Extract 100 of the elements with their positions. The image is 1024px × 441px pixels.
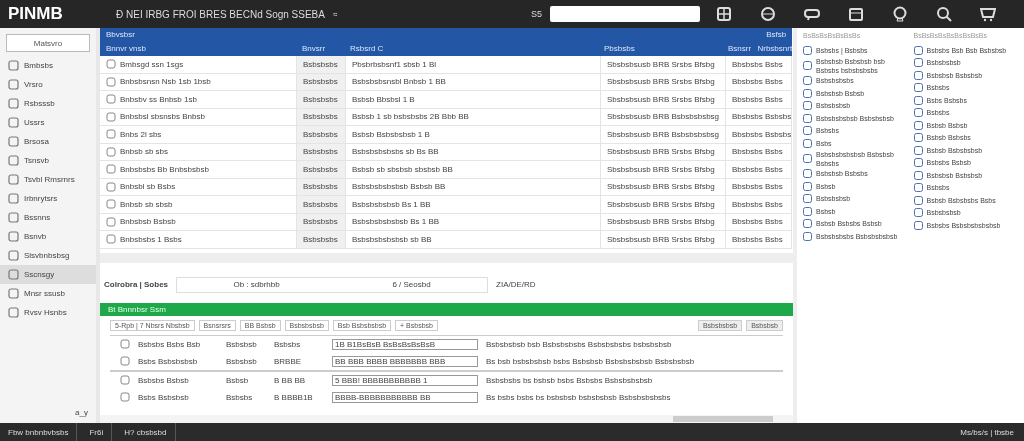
column-header[interactable]: Bnnvr vnsb (100, 44, 296, 54)
sidebar-item[interactable]: Tsvbl Rmsrnrs (0, 170, 96, 189)
square-icon (913, 208, 923, 218)
row-checkbox-icon[interactable] (106, 216, 116, 227)
table-cell-text: Bsbs Bsbsbsbsb (138, 356, 199, 366)
square-icon (8, 60, 19, 71)
table-cell: Sbsbsbsusb BRB Srsbs Bfsbg (601, 196, 726, 213)
sidebar-item[interactable]: Slsvbnbsbsg (0, 246, 96, 265)
table-cell: Bnbsbv ss Bnbsb 1sb (120, 94, 197, 104)
sidebar-item[interactable]: Brsosa (0, 132, 96, 151)
square-icon (8, 307, 19, 318)
taskbar-item[interactable]: Fbw bnbnbvbsbs (0, 423, 78, 441)
code-cell: 1B B1BsBsB BsBsBsBsBsB (332, 338, 478, 350)
table-cell: Bsbsb Bsbsbsbsb 1 B (346, 126, 601, 143)
sidebar-item[interactable]: Bmbsbs (0, 56, 96, 75)
row-checkbox-icon[interactable] (106, 181, 116, 192)
group-label: Bbvsbsr (106, 30, 135, 40)
square-icon (913, 70, 923, 80)
cart-icon[interactable] (980, 6, 996, 22)
column-header[interactable]: Nrbsbsnrt (751, 44, 793, 54)
row-checkbox-icon[interactable] (106, 76, 116, 87)
square-icon (803, 169, 812, 179)
row-checkbox-icon[interactable] (120, 375, 130, 385)
row-checkbox-icon[interactable] (120, 392, 130, 402)
taskbar-item[interactable]: H? cbsbsbd (116, 423, 176, 441)
square-icon (913, 133, 923, 143)
table-cell-text: B BB BB (274, 375, 307, 385)
table-cell: Bbsbsbs Bsbs (726, 178, 793, 195)
table-cell-text: Bsbsbsb (226, 339, 258, 349)
row-checkbox-icon[interactable] (106, 199, 116, 210)
scrollbar[interactable] (673, 416, 773, 422)
sidebar-item[interactable]: Sscnsgy (0, 265, 96, 284)
sidebar-item[interactable]: Mnsr ssusb (0, 284, 96, 303)
square-icon (8, 117, 19, 128)
column-header[interactable]: Bsnsrr (722, 44, 752, 54)
filter-field[interactable]: Ob : sdbrhbb 6 / Seosbd (176, 276, 489, 293)
table-cell: Sbsbsbsusb BRB Srsbs Bfsbg (601, 91, 726, 108)
row-checkbox-icon[interactable] (106, 94, 116, 105)
square-icon (803, 113, 812, 123)
table-cell: Sbsbsbsusb BRB Srsbs Bfsbg (601, 178, 726, 195)
square-icon (8, 288, 19, 299)
square-icon (8, 79, 19, 90)
table-cell: Sbsbsbsusb BRB Srsbs Bfsbg (601, 161, 726, 178)
table-cell-text: Bsbsb (226, 375, 250, 385)
sidebar-item[interactable]: Tsnsvb (0, 151, 96, 170)
square-icon (913, 120, 923, 130)
square-icon (803, 154, 812, 163)
table-cell: Bnbsb sb sbs (120, 147, 169, 157)
row-checkbox-icon[interactable] (106, 146, 116, 157)
column-header[interactable]: Bnvsrr (296, 44, 344, 54)
table-cell: Bsbsbsbsbsbsb sb BB (346, 231, 601, 248)
column-header[interactable]: Pbsbsbs (598, 44, 722, 54)
square-icon (913, 183, 923, 193)
status-text: Ms/bs/s | tbsbe (960, 427, 1015, 437)
table-cell-text: B BBBB1B (274, 392, 314, 402)
sidebar-item[interactable]: Rvsv Hsnbs (0, 303, 96, 322)
table-cell: Bsbsbsbsbsbsb Bsbsb BB (346, 178, 601, 195)
row-checkbox-icon[interactable] (120, 339, 130, 349)
square-icon (803, 219, 812, 229)
square-icon (8, 193, 19, 204)
taskbar-item[interactable]: Fr6i (81, 423, 113, 441)
table-cell: Sbsbsbsusb BRB Srsbs Bfsbg (601, 56, 726, 73)
row-checkbox-icon[interactable] (120, 356, 130, 366)
sidebar-button[interactable]: Matsvro (6, 34, 90, 52)
row-checkbox-icon[interactable] (106, 111, 116, 122)
square-icon (913, 158, 923, 168)
table-cell: Bsbsbsbsbsb Bs 1 BB (346, 196, 601, 213)
table-cell-text: Bsbs Bsbsbsb (138, 392, 190, 402)
row-checkbox-icon[interactable] (106, 129, 116, 140)
row-checkbox-icon[interactable] (106, 164, 116, 175)
column-header[interactable]: Rsbsrd C (344, 44, 598, 54)
table-cell: Bsbsb 1 sb bsbsbsbs 2B Bbb BB (346, 108, 601, 125)
square-icon (913, 45, 923, 55)
filter-label: Colrobra | Sobes (104, 280, 169, 289)
search-field[interactable] (550, 6, 700, 22)
square-icon (8, 212, 19, 223)
table-cell: Bnbsbsnsn Nsb 1sb 1bsb (120, 77, 211, 87)
grid-icon[interactable] (716, 6, 732, 22)
square-icon (803, 88, 812, 98)
date-text: ZIA/DE/RD (496, 280, 536, 289)
square-icon (803, 206, 812, 216)
table-cell: Bsbsbsbs bs bsbsb bsbs Bsbsbs Bsbsbsbsbsb (486, 375, 653, 385)
sidebar-item[interactable]: Bsnvb (0, 227, 96, 246)
square-icon (913, 145, 923, 155)
row-checkbox-icon[interactable] (106, 234, 116, 245)
table-cell: Sbsbsbsusb BRB Bsbsbsbsbsg (601, 108, 726, 125)
row-checkbox-icon[interactable] (106, 59, 116, 70)
search-icon[interactable] (936, 6, 952, 22)
sidebar-footer: a_y (0, 408, 96, 423)
table-cell: Sbsbsbsusb BRB Srsbs Bfsbg (601, 73, 726, 90)
sidebar-item[interactable]: Vrsro (0, 75, 96, 94)
square-icon (803, 231, 812, 241)
sidebar-item[interactable]: Ussrs (0, 113, 96, 132)
square-icon (913, 220, 923, 230)
sidebar-item[interactable]: Rsbsssb (0, 94, 96, 113)
sidebar-item[interactable]: Irbnrytsrs (0, 189, 96, 208)
code-cell: 5 BBB! BBBBBBBBBBB 1 (332, 374, 478, 386)
calendar-icon[interactable] (848, 6, 864, 22)
chat-icon[interactable] (804, 6, 820, 22)
sidebar-item[interactable]: Bssnns (0, 208, 96, 227)
